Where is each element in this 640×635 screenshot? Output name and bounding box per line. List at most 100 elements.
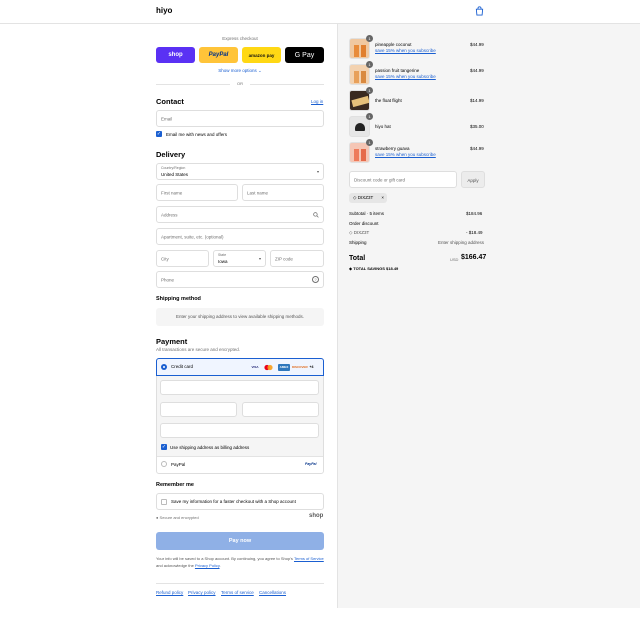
shipping-method-heading: Shipping method xyxy=(156,296,201,302)
shipping-method-notice: Enter your shipping address to view avai… xyxy=(156,308,324,326)
express-checkout-title: Express checkout xyxy=(222,36,258,41)
shipping-label: Shipping xyxy=(349,240,367,245)
total-value: $166.47 xyxy=(461,254,487,261)
subscribe-link[interactable]: save 15% when you subscribe xyxy=(375,152,436,157)
remove-discount-icon[interactable]: × xyxy=(381,193,384,203)
payment-divider xyxy=(157,456,323,457)
cancellations-link[interactable]: Cancellations xyxy=(259,590,286,595)
payment-subtitle: All transactions are secure and encrypte… xyxy=(156,347,241,352)
legal-text: Your info will be saved to a Shop accoun… xyxy=(156,556,324,568)
discount-value: - $18.49 xyxy=(466,230,483,235)
order-discount-code: ◇ DIXZ3T xyxy=(349,230,370,235)
quantity-badge: 1 xyxy=(366,61,373,68)
footer-privacy-policy-link[interactable]: Privacy policy xyxy=(188,590,216,595)
billing-address-label: Use shipping address as billing address xyxy=(170,445,250,450)
city-field[interactable]: City xyxy=(156,250,209,267)
subtotal-value: $184.96 xyxy=(466,211,483,216)
remember-me-heading: Remember me xyxy=(156,482,194,488)
credit-card-label: Credit card xyxy=(171,364,194,369)
contact-heading: Contact xyxy=(156,97,184,106)
pay-now-button[interactable]: Pay now xyxy=(156,532,324,550)
quantity-badge: 1 xyxy=(366,139,373,146)
chevron-down-icon: ▾ xyxy=(316,169,319,174)
billing-address-checkbox[interactable]: ✓ xyxy=(161,444,167,450)
amex-icon: AMEX xyxy=(278,364,290,371)
cart-item-name: the float flight xyxy=(375,98,402,103)
state-select[interactable]: State Iowa ▾ xyxy=(213,250,266,267)
shopping-bag-icon[interactable] xyxy=(475,6,484,16)
tag-icon: ◆ xyxy=(349,266,353,271)
apartment-field[interactable]: Apartment, suite, etc. (optional) xyxy=(156,228,324,245)
cart-item-price: $44.99 xyxy=(470,146,484,151)
cart-item-price: $35.00 xyxy=(470,124,484,129)
tag-icon: ◇ xyxy=(353,195,357,200)
delivery-heading: Delivery xyxy=(156,150,186,159)
amazon-pay-button[interactable]: amazon pay xyxy=(242,47,281,63)
paypal-radio[interactable] xyxy=(161,461,167,467)
credit-card-radio[interactable] xyxy=(161,364,167,370)
tag-icon: ◇ xyxy=(349,230,353,235)
login-link[interactable]: Log in xyxy=(311,99,323,104)
order-summary-panel xyxy=(337,24,640,608)
save-info-checkbox[interactable] xyxy=(161,499,167,505)
expiration-field[interactable] xyxy=(160,402,237,417)
total-label: Total xyxy=(349,255,366,262)
help-icon[interactable]: ? xyxy=(312,276,319,283)
paypal-option-label[interactable]: PayPal xyxy=(171,462,185,467)
shop-logo: shop xyxy=(309,513,324,519)
payment-heading: Payment xyxy=(156,337,188,346)
shop-pay-button[interactable]: shop xyxy=(156,47,195,63)
top-header: hiyo xyxy=(0,0,640,24)
visa-icon: VISA xyxy=(251,365,259,369)
last-name-field[interactable]: Last name xyxy=(242,184,324,201)
show-more-options-link[interactable]: Show more options ⌄ xyxy=(156,68,324,74)
cart-item-price: $44.99 xyxy=(470,42,484,47)
phone-field[interactable]: Phone ? xyxy=(156,271,324,288)
more-cards-badge: +4 xyxy=(309,365,314,369)
apply-discount-button[interactable]: Apply xyxy=(461,171,485,188)
total-savings: ◆ TOTAL SAVINGS $18.49 xyxy=(349,266,399,271)
subtotal-label: Subtotal · 5 items xyxy=(349,211,385,216)
cart-item-price: $14.99 xyxy=(470,98,484,103)
discount-chip: ◇ DIXZ3T × xyxy=(349,193,387,203)
paypal-button[interactable]: PayPal xyxy=(199,47,238,63)
currency-code: USD xyxy=(450,257,459,262)
mastercard-logo xyxy=(264,364,273,371)
terms-of-service-link[interactable]: Terms of Service xyxy=(294,556,324,561)
google-pay-button[interactable]: G Pay xyxy=(285,47,324,63)
first-name-field[interactable]: First name xyxy=(156,184,238,201)
newsletter-label: Email me with news and offers xyxy=(166,132,227,137)
quantity-badge: 1 xyxy=(366,113,373,120)
order-discount-label: Order discount xyxy=(349,221,379,226)
refund-policy-link[interactable]: Refund policy xyxy=(156,590,183,595)
remember-me-box: Save my information for a faster checkou… xyxy=(156,493,324,510)
store-logo[interactable]: hiyo xyxy=(156,6,172,15)
zip-field[interactable]: ZIP code xyxy=(270,250,324,267)
discount-code-input[interactable]: Discount code or gift card xyxy=(349,171,457,188)
newsletter-checkbox[interactable]: ✓ xyxy=(156,131,162,137)
country-select[interactable]: Country/Region United States ▾ xyxy=(156,163,324,180)
search-icon xyxy=(313,212,319,218)
lock-icon: ● xyxy=(156,515,159,520)
paypal-logo: PayPal xyxy=(305,462,317,466)
chevron-down-icon: ▾ xyxy=(258,256,261,261)
email-field[interactable]: Email xyxy=(156,110,324,127)
quantity-badge: 1 xyxy=(366,87,373,94)
discover-icon: DISCOVER xyxy=(292,365,308,369)
security-code-field[interactable] xyxy=(242,402,319,417)
privacy-policy-link[interactable]: Privacy Policy xyxy=(195,563,220,568)
subscribe-link[interactable]: save 15% when you subscribe xyxy=(375,74,436,79)
address-field[interactable]: Address xyxy=(156,206,324,223)
cart-item-name: passion fruit tangerine xyxy=(375,68,420,73)
mastercard-icon xyxy=(263,364,274,371)
shipping-value: Enter shipping address xyxy=(438,240,485,245)
subscribe-link[interactable]: save 15% when you subscribe xyxy=(375,48,436,53)
divider-right xyxy=(250,84,324,85)
card-number-field[interactable] xyxy=(160,380,319,395)
footer-terms-link[interactable]: Terms of service xyxy=(221,590,254,595)
secure-note: ● Secure and encrypted xyxy=(156,515,199,520)
name-on-card-field[interactable] xyxy=(160,423,319,438)
cart-item-name: hiyo hat xyxy=(375,124,391,129)
save-info-label: Save my information for a faster checkou… xyxy=(171,499,296,504)
cart-item-price: $44.99 xyxy=(470,68,484,73)
